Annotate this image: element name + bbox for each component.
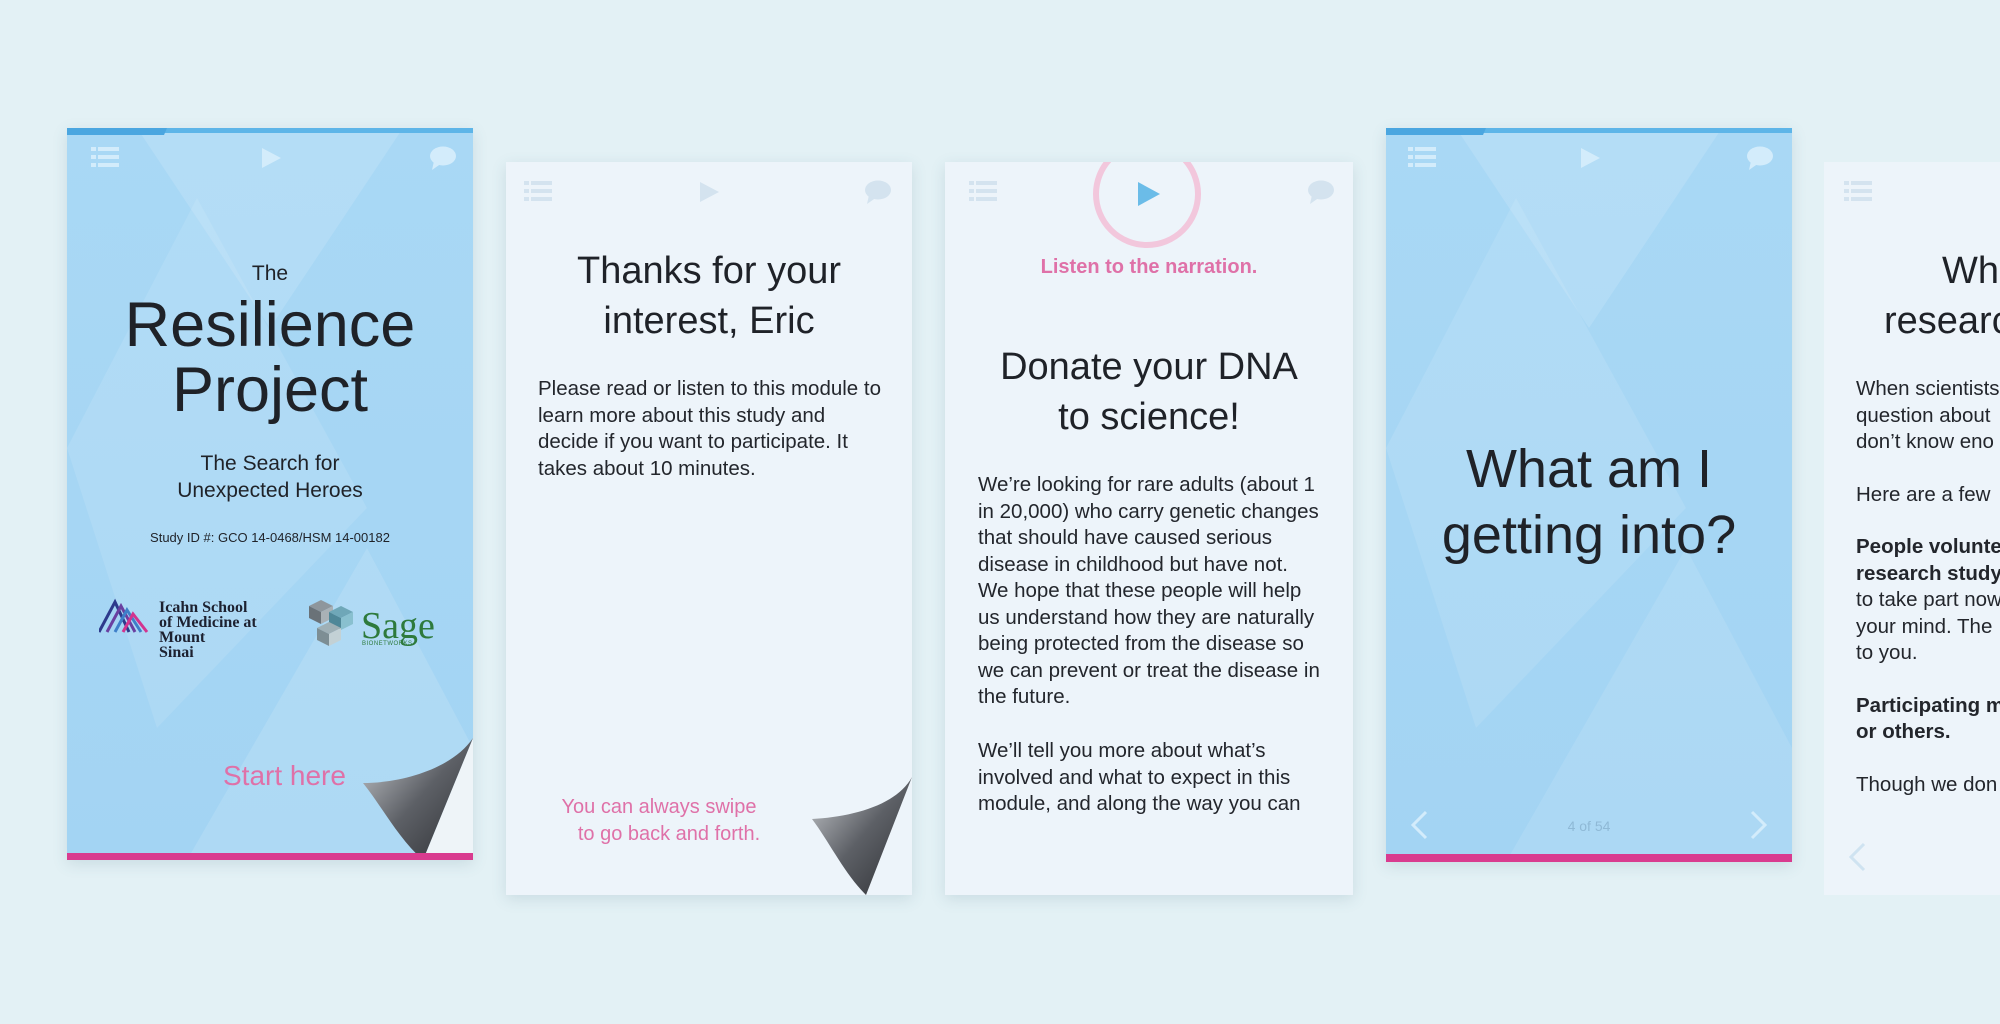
subtitle-line2: Unexpected Heroes [177, 479, 363, 502]
thanks-body: Please read or listen to this module to … [538, 377, 881, 480]
chat-bubble-icon[interactable] [429, 146, 457, 170]
text-line-bold: research study [1856, 561, 2000, 585]
page-indicator: 4 of 54 [1567, 818, 1611, 834]
bottom-progress-bar [67, 853, 473, 860]
text-line-bold: People volunte [1856, 535, 2000, 558]
thanks-heading-line1: Thanks for your [577, 250, 841, 292]
subtitle-line1: The Search for [200, 452, 340, 475]
donate-heading-line2: to science! [1058, 396, 1240, 438]
sage-bionetworks-logo: Sage BIONETWORKS [307, 598, 447, 658]
sage-logo-sub: BIONETWORKS [362, 641, 413, 647]
donate-screen: Listen to the narration. Donate your DNA… [945, 162, 1353, 895]
menu-icon[interactable] [969, 180, 997, 202]
mount-sinai-mark-icon [99, 598, 149, 633]
start-here-button[interactable]: Start here [223, 760, 346, 792]
research-text-block: When scientists question about don’t kno… [1856, 376, 2000, 798]
donate-heading-line1: Donate your DNA [1000, 346, 1298, 388]
thanks-heading-line2: interest, Eric [603, 300, 815, 342]
text-line: Here are a few [1856, 482, 1991, 506]
donate-paragraph-1: We’re looking for rare adults (about 1 i… [978, 473, 1320, 708]
text-line: your mind. The [1856, 614, 1993, 638]
menu-icon[interactable] [91, 146, 119, 168]
section-heading-line2: getting into? [1441, 505, 1737, 565]
menu-icon[interactable] [1844, 180, 1872, 202]
text-line: to you. [1856, 641, 1918, 664]
sinai-logo-line4: Sinai [159, 644, 194, 661]
cover-screen: The Resilience Project The Search for Un… [67, 128, 473, 860]
study-id: Study ID #: GCO 14-0468/HSM 14-00182 [150, 530, 390, 545]
sinai-logo-line2: of Medicine at [159, 614, 257, 631]
research-screen: Wh researc When scientists question abou… [1824, 162, 2000, 895]
menu-icon[interactable] [1408, 146, 1436, 168]
sage-cubes-icon [309, 600, 353, 646]
mount-sinai-logo: Icahn School of Medicine at Mount Sinai [99, 596, 269, 666]
text-line: When scientists [1856, 377, 2000, 400]
chevron-left-icon[interactable] [1848, 842, 1866, 877]
text-line: to take part now [1856, 588, 2000, 611]
top-progress-fill [1386, 128, 1486, 135]
research-heading-line2: researc [1884, 300, 2000, 342]
play-icon[interactable] [698, 181, 720, 203]
title-the: The [251, 262, 289, 285]
play-icon [1138, 182, 1160, 206]
section-intro-screen: What am I getting into? 4 of 54 [1386, 128, 1792, 862]
chat-bubble-icon[interactable] [1307, 180, 1335, 204]
chat-bubble-icon[interactable] [1746, 146, 1774, 170]
play-icon[interactable] [260, 147, 282, 169]
chevron-right-icon[interactable] [1750, 810, 1768, 845]
play-icon[interactable] [1579, 147, 1601, 169]
text-line: don’t know eno [1856, 430, 1994, 453]
sinai-logo-line3: Mount [159, 629, 206, 646]
title-resilience: Resilience [124, 290, 416, 360]
menu-icon[interactable] [524, 180, 552, 202]
sinai-logo-line1: Icahn School [159, 599, 248, 616]
listen-narration-link[interactable]: Listen to the narration. [945, 256, 1353, 279]
bottom-progress-bar [1386, 854, 1792, 862]
title-project: Project [171, 355, 369, 425]
swipe-hint-line1: You can always swipe [561, 796, 757, 818]
top-progress-fill [67, 128, 167, 135]
narration-play-button[interactable] [1091, 162, 1203, 250]
text-line: question about [1856, 403, 1991, 427]
text-line-bold: or others. [1856, 720, 1951, 743]
section-heading-line1: What am I [1465, 439, 1713, 499]
thanks-screen: Thanks for your interest, Eric Please re… [506, 162, 912, 895]
text-line: Though we don [1856, 772, 1998, 796]
text-line-bold: Participating m [1856, 693, 2000, 717]
page-curl-icon[interactable] [363, 738, 473, 860]
research-heading-line1: Wh [1942, 250, 1999, 292]
donate-paragraph-2: We’ll tell you more about what’s involve… [978, 739, 1301, 815]
chat-bubble-icon[interactable] [864, 180, 892, 204]
page-curl-icon[interactable] [812, 777, 912, 895]
